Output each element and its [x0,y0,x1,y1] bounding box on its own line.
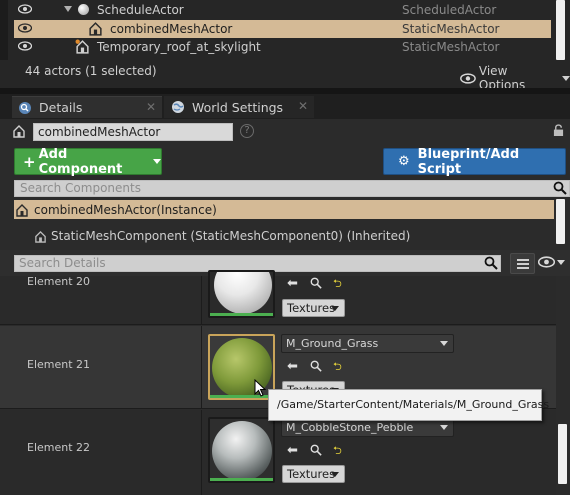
chevron-down-icon [562,75,570,81]
search-details-placeholder: Search Details [19,256,106,270]
visibility-filter-button[interactable] [538,256,565,268]
browse-magnifier-icon[interactable] [310,277,322,289]
outliner-row-temporary-roof[interactable]: Temporary_roof_at_skylight StaticMeshAct… [14,38,551,56]
textures-dropdown[interactable]: Textures [282,465,345,483]
chevron-down-icon [153,159,161,164]
components-scrollbar[interactable] [556,199,565,244]
material-bar [210,478,273,481]
lock-icon[interactable] [553,124,564,137]
name-column-divider [201,326,202,408]
name-column-divider [201,276,202,324]
tab-world-settings-label: World Settings [192,99,284,115]
textures-label: Textures [287,467,336,481]
blueprint-add-script-button[interactable]: ⚙ Blueprint/Add Script [383,146,566,177]
material-name: M_Ground_Grass [286,337,379,350]
static-mesh-component-icon [35,230,46,243]
chevron-down-icon [331,306,339,311]
globe-icon [172,101,184,113]
outliner-row-name: ScheduleActor [97,3,184,17]
sphere-icon [78,4,89,15]
use-selected-arrow-icon[interactable]: ⬅ [287,359,298,374]
search-icon[interactable] [553,181,567,195]
tab-details-label: Details [39,100,83,115]
component-label: combinedMeshActor(Instance) [34,202,217,217]
reset-to-default-icon[interactable]: ⮌ [333,442,342,461]
outliner-row-type: StaticMeshActor [402,40,500,54]
element-label: Element 22 [27,441,91,454]
asset-path-tooltip: /Game/StarterContent/Materials/M_Ground_… [268,389,549,421]
component-row-staticmesh[interactable]: StaticMeshComponent (StaticMeshComponent… [34,227,410,245]
blueprint-label: Blueprint/Add Script [417,146,520,177]
material-name: M_CobbleStone_Pebble [286,421,414,434]
eye-icon [460,72,476,84]
mouse-cursor-icon [254,379,266,397]
close-icon[interactable]: ✕ [146,100,156,114]
outliner-row-name: Temporary_roof_at_skylight [97,40,261,54]
browse-magnifier-icon[interactable] [310,360,322,372]
magnifier-details-icon [19,101,31,114]
static-mesh-actor-icon [89,22,102,36]
details-scrollbar[interactable] [558,424,567,484]
outliner-row-name: combinedMeshActor [110,22,233,36]
gear-icon: ⚙ [398,154,410,169]
search-icon[interactable] [484,256,498,270]
chevron-down-icon [331,472,339,477]
component-row-instance[interactable]: combinedMeshActor(Instance) [14,200,554,219]
chevron-down-icon [440,341,448,346]
outliner-row-type: ScheduledActor [402,3,497,17]
expand-triangle-icon[interactable] [64,6,72,12]
outliner-row-scheduleactor[interactable]: ScheduleActor ScheduledActor [14,1,551,19]
static-mesh-actor-icon [75,39,89,54]
material-thumbnail-white[interactable] [208,270,275,318]
visibility-eye-icon[interactable] [18,23,32,33]
textures-label: Textures [287,301,336,315]
element-label: Element 20 [27,275,91,288]
eye-icon [538,256,555,268]
tab-world-settings[interactable]: World Settings ✕ [164,96,314,118]
add-component-button[interactable]: + Add Component [14,146,162,177]
visibility-eye-icon[interactable] [18,41,32,51]
chevron-down-icon [440,425,448,430]
reset-to-default-icon[interactable]: ⮌ [333,275,342,294]
reset-to-default-icon[interactable]: ⮌ [333,358,342,377]
close-icon[interactable]: ✕ [298,99,308,113]
material-selector-combo[interactable]: M_Ground_Grass [281,334,454,353]
browse-magnifier-icon[interactable] [310,444,322,456]
textures-dropdown[interactable]: Textures [282,299,345,317]
actor-icon [16,203,28,217]
material-bar [210,313,273,316]
visibility-eye-icon[interactable] [18,4,32,14]
outliner-left-gutter [0,0,8,60]
property-matrix-button[interactable] [510,253,535,274]
tab-details[interactable]: Details ✕ [12,96,162,118]
actor-icon [13,125,25,138]
help-icon[interactable]: ? [240,124,254,138]
material-sphere [212,421,272,481]
actor-name-field[interactable]: combinedMeshActor [33,123,233,141]
chevron-down-icon [557,259,565,265]
add-component-label: Add Component [38,146,123,177]
outliner-actor-count: 44 actors (1 selected) [25,64,157,78]
grid-icon [517,259,529,269]
use-selected-arrow-icon[interactable]: ⬅ [287,443,298,458]
outliner-scrollbar[interactable] [556,0,565,60]
use-selected-arrow-icon[interactable]: ⬅ [287,276,298,291]
outliner-row-combinedmeshactor[interactable]: combinedMeshActor StaticMeshActor [14,20,551,38]
material-thumbnail-cobblestone[interactable] [208,417,275,483]
outliner-row-type: StaticMeshActor [402,22,500,36]
component-label: StaticMeshComponent (StaticMeshComponent… [51,229,411,243]
search-components-placeholder: Search Components [20,181,141,195]
search-components-input[interactable]: Search Components [14,180,570,197]
material-sphere [214,272,272,314]
name-column-divider [201,410,202,495]
plus-icon: + [23,152,36,171]
element-label: Element 21 [27,358,91,371]
